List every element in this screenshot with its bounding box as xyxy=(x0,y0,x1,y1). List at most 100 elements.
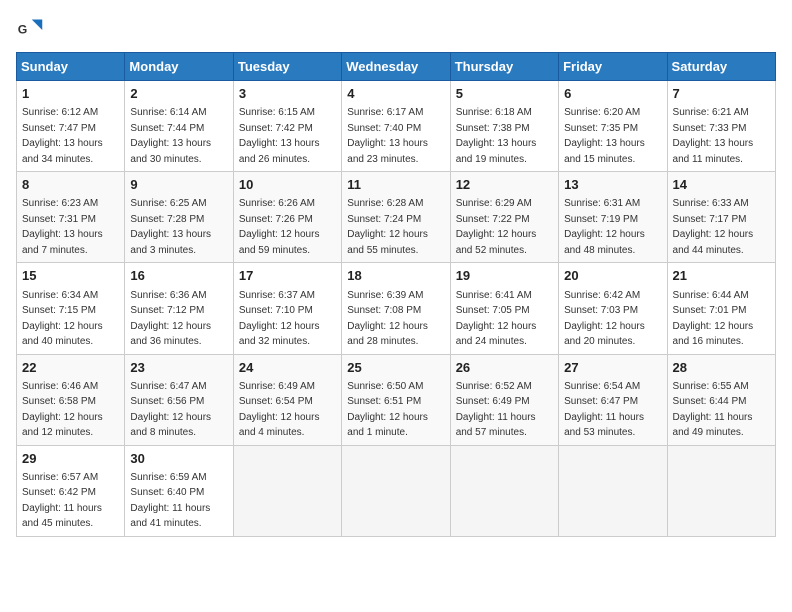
day-info: Sunrise: 6:57 AMSunset: 6:42 PMDaylight:… xyxy=(22,472,102,530)
calendar-cell: 1 Sunrise: 6:12 AMSunset: 7:47 PMDayligh… xyxy=(17,81,125,172)
calendar-cell xyxy=(667,445,775,536)
day-info: Sunrise: 6:28 AMSunset: 7:24 PMDaylight:… xyxy=(347,198,428,256)
day-info: Sunrise: 6:49 AMSunset: 6:54 PMDaylight:… xyxy=(239,381,320,439)
calendar-cell: 14 Sunrise: 6:33 AMSunset: 7:17 PMDaylig… xyxy=(667,172,775,263)
calendar-cell: 29 Sunrise: 6:57 AMSunset: 6:42 PMDaylig… xyxy=(17,445,125,536)
day-info: Sunrise: 6:42 AMSunset: 7:03 PMDaylight:… xyxy=(564,290,645,348)
calendar-cell: 28 Sunrise: 6:55 AMSunset: 6:44 PMDaylig… xyxy=(667,354,775,445)
calendar-cell: 25 Sunrise: 6:50 AMSunset: 6:51 PMDaylig… xyxy=(342,354,450,445)
header-saturday: Saturday xyxy=(667,53,775,81)
calendar-cell: 22 Sunrise: 6:46 AMSunset: 6:58 PMDaylig… xyxy=(17,354,125,445)
calendar-week-5: 29 Sunrise: 6:57 AMSunset: 6:42 PMDaylig… xyxy=(17,445,776,536)
day-number: 16 xyxy=(130,267,227,285)
calendar-cell: 18 Sunrise: 6:39 AMSunset: 7:08 PMDaylig… xyxy=(342,263,450,354)
day-number: 24 xyxy=(239,359,336,377)
day-number: 12 xyxy=(456,176,553,194)
day-info: Sunrise: 6:18 AMSunset: 7:38 PMDaylight:… xyxy=(456,107,537,165)
calendar-cell: 23 Sunrise: 6:47 AMSunset: 6:56 PMDaylig… xyxy=(125,354,233,445)
calendar-cell: 21 Sunrise: 6:44 AMSunset: 7:01 PMDaylig… xyxy=(667,263,775,354)
day-number: 3 xyxy=(239,85,336,103)
day-info: Sunrise: 6:41 AMSunset: 7:05 PMDaylight:… xyxy=(456,290,537,348)
calendar-cell: 19 Sunrise: 6:41 AMSunset: 7:05 PMDaylig… xyxy=(450,263,558,354)
calendar-week-2: 8 Sunrise: 6:23 AMSunset: 7:31 PMDayligh… xyxy=(17,172,776,263)
header-tuesday: Tuesday xyxy=(233,53,341,81)
day-info: Sunrise: 6:39 AMSunset: 7:08 PMDaylight:… xyxy=(347,290,428,348)
calendar-cell xyxy=(559,445,667,536)
day-number: 7 xyxy=(673,85,770,103)
day-number: 15 xyxy=(22,267,119,285)
calendar-cell xyxy=(342,445,450,536)
day-info: Sunrise: 6:14 AMSunset: 7:44 PMDaylight:… xyxy=(130,107,211,165)
logo: G xyxy=(16,16,48,44)
calendar-cell: 11 Sunrise: 6:28 AMSunset: 7:24 PMDaylig… xyxy=(342,172,450,263)
day-number: 25 xyxy=(347,359,444,377)
calendar-cell: 20 Sunrise: 6:42 AMSunset: 7:03 PMDaylig… xyxy=(559,263,667,354)
header-thursday: Thursday xyxy=(450,53,558,81)
calendar-cell: 17 Sunrise: 6:37 AMSunset: 7:10 PMDaylig… xyxy=(233,263,341,354)
day-info: Sunrise: 6:54 AMSunset: 6:47 PMDaylight:… xyxy=(564,381,644,439)
day-number: 5 xyxy=(456,85,553,103)
calendar-cell: 30 Sunrise: 6:59 AMSunset: 6:40 PMDaylig… xyxy=(125,445,233,536)
page-header: G xyxy=(16,16,776,44)
calendar-cell: 13 Sunrise: 6:31 AMSunset: 7:19 PMDaylig… xyxy=(559,172,667,263)
calendar-cell: 2 Sunrise: 6:14 AMSunset: 7:44 PMDayligh… xyxy=(125,81,233,172)
calendar-week-3: 15 Sunrise: 6:34 AMSunset: 7:15 PMDaylig… xyxy=(17,263,776,354)
day-number: 22 xyxy=(22,359,119,377)
day-number: 18 xyxy=(347,267,444,285)
header-wednesday: Wednesday xyxy=(342,53,450,81)
day-number: 26 xyxy=(456,359,553,377)
calendar-cell: 10 Sunrise: 6:26 AMSunset: 7:26 PMDaylig… xyxy=(233,172,341,263)
day-info: Sunrise: 6:50 AMSunset: 6:51 PMDaylight:… xyxy=(347,381,428,439)
calendar-cell: 4 Sunrise: 6:17 AMSunset: 7:40 PMDayligh… xyxy=(342,81,450,172)
day-info: Sunrise: 6:55 AMSunset: 6:44 PMDaylight:… xyxy=(673,381,753,439)
day-info: Sunrise: 6:26 AMSunset: 7:26 PMDaylight:… xyxy=(239,198,320,256)
day-info: Sunrise: 6:44 AMSunset: 7:01 PMDaylight:… xyxy=(673,290,754,348)
header-monday: Monday xyxy=(125,53,233,81)
calendar-cell xyxy=(450,445,558,536)
calendar-cell: 6 Sunrise: 6:20 AMSunset: 7:35 PMDayligh… xyxy=(559,81,667,172)
day-info: Sunrise: 6:36 AMSunset: 7:12 PMDaylight:… xyxy=(130,290,211,348)
day-number: 2 xyxy=(130,85,227,103)
day-number: 21 xyxy=(673,267,770,285)
day-info: Sunrise: 6:20 AMSunset: 7:35 PMDaylight:… xyxy=(564,107,645,165)
calendar-cell: 7 Sunrise: 6:21 AMSunset: 7:33 PMDayligh… xyxy=(667,81,775,172)
calendar-cell xyxy=(233,445,341,536)
day-number: 27 xyxy=(564,359,661,377)
day-number: 20 xyxy=(564,267,661,285)
calendar-week-4: 22 Sunrise: 6:46 AMSunset: 6:58 PMDaylig… xyxy=(17,354,776,445)
day-number: 28 xyxy=(673,359,770,377)
calendar-cell: 24 Sunrise: 6:49 AMSunset: 6:54 PMDaylig… xyxy=(233,354,341,445)
day-number: 19 xyxy=(456,267,553,285)
calendar-cell: 5 Sunrise: 6:18 AMSunset: 7:38 PMDayligh… xyxy=(450,81,558,172)
header-sunday: Sunday xyxy=(17,53,125,81)
day-number: 1 xyxy=(22,85,119,103)
calendar-cell: 26 Sunrise: 6:52 AMSunset: 6:49 PMDaylig… xyxy=(450,354,558,445)
day-number: 11 xyxy=(347,176,444,194)
calendar-cell: 15 Sunrise: 6:34 AMSunset: 7:15 PMDaylig… xyxy=(17,263,125,354)
day-number: 4 xyxy=(347,85,444,103)
calendar-cell: 27 Sunrise: 6:54 AMSunset: 6:47 PMDaylig… xyxy=(559,354,667,445)
day-info: Sunrise: 6:47 AMSunset: 6:56 PMDaylight:… xyxy=(130,381,211,439)
calendar-cell: 16 Sunrise: 6:36 AMSunset: 7:12 PMDaylig… xyxy=(125,263,233,354)
day-info: Sunrise: 6:31 AMSunset: 7:19 PMDaylight:… xyxy=(564,198,645,256)
day-number: 8 xyxy=(22,176,119,194)
day-info: Sunrise: 6:52 AMSunset: 6:49 PMDaylight:… xyxy=(456,381,536,439)
calendar-cell: 12 Sunrise: 6:29 AMSunset: 7:22 PMDaylig… xyxy=(450,172,558,263)
day-info: Sunrise: 6:15 AMSunset: 7:42 PMDaylight:… xyxy=(239,107,320,165)
day-info: Sunrise: 6:25 AMSunset: 7:28 PMDaylight:… xyxy=(130,198,211,256)
header-friday: Friday xyxy=(559,53,667,81)
day-info: Sunrise: 6:34 AMSunset: 7:15 PMDaylight:… xyxy=(22,290,103,348)
day-info: Sunrise: 6:12 AMSunset: 7:47 PMDaylight:… xyxy=(22,107,103,165)
day-number: 14 xyxy=(673,176,770,194)
calendar-cell: 3 Sunrise: 6:15 AMSunset: 7:42 PMDayligh… xyxy=(233,81,341,172)
day-info: Sunrise: 6:33 AMSunset: 7:17 PMDaylight:… xyxy=(673,198,754,256)
day-info: Sunrise: 6:59 AMSunset: 6:40 PMDaylight:… xyxy=(130,472,210,530)
calendar-header-row: SundayMondayTuesdayWednesdayThursdayFrid… xyxy=(17,53,776,81)
day-info: Sunrise: 6:29 AMSunset: 7:22 PMDaylight:… xyxy=(456,198,537,256)
day-number: 9 xyxy=(130,176,227,194)
logo-icon: G xyxy=(16,16,44,44)
day-info: Sunrise: 6:46 AMSunset: 6:58 PMDaylight:… xyxy=(22,381,103,439)
day-info: Sunrise: 6:23 AMSunset: 7:31 PMDaylight:… xyxy=(22,198,103,256)
calendar-table: SundayMondayTuesdayWednesdayThursdayFrid… xyxy=(16,52,776,537)
day-number: 23 xyxy=(130,359,227,377)
